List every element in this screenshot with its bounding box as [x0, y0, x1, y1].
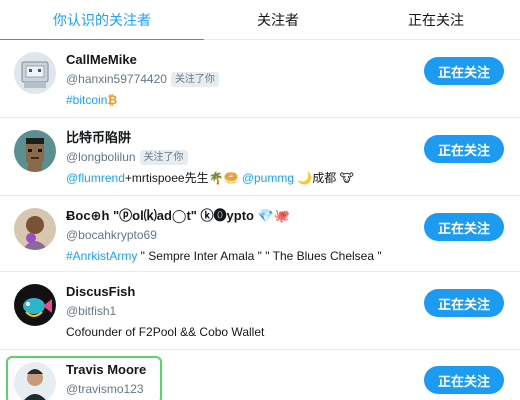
follows-you-badge: 关注了你: [170, 71, 219, 87]
cow-icon: 🐮: [339, 171, 354, 185]
hashtag-link[interactable]: #AnrkistArmy: [66, 249, 137, 263]
mention-link[interactable]: @pummg: [242, 171, 294, 185]
following-button[interactable]: 正在关注: [424, 57, 504, 85]
user-handle[interactable]: @travismo123: [66, 381, 144, 397]
user-name[interactable]: 比特币陷阱: [66, 130, 416, 146]
user-bio: #AnrkistArmy " Sempre Inter Amala " " Th…: [66, 248, 416, 264]
user-bio: #bitcoin₿: [66, 92, 416, 108]
tab-followers[interactable]: 关注者: [204, 0, 352, 40]
pixel-punk-icon: [14, 130, 56, 172]
user-name[interactable]: DiscusFish: [66, 284, 416, 300]
bio-text: " Sempre Inter Amala " " The Blues Chels…: [137, 249, 382, 263]
user-handle[interactable]: @longbolilun: [66, 149, 136, 165]
portrait-icon: [14, 362, 56, 400]
user-name[interactable]: Travis Moore: [66, 362, 416, 378]
following-button[interactable]: 正在关注: [424, 135, 504, 163]
list-item[interactable]: DiscusFish @bitfish1 Cofounder of F2Pool…: [0, 272, 520, 350]
palm-tree-icon: 🌴🥯: [208, 171, 239, 185]
bitcoin-icon: ₿: [107, 93, 118, 107]
user-list: CallMeMike @hanxin59774420 关注了你 #bitcoin…: [0, 40, 520, 400]
portrait-icon: [14, 208, 56, 250]
tab-bar: 你认识的关注者 关注者 正在关注: [0, 0, 520, 41]
hashtag-link[interactable]: #bitcoin: [66, 93, 107, 107]
tab-following[interactable]: 正在关注: [352, 0, 520, 40]
user-bio: @flumrend+mrtispoee先生🌴🥯 @pummg 🌙成都 🐮: [66, 170, 416, 186]
avatar[interactable]: [14, 284, 56, 326]
user-handle[interactable]: @bitfish1: [66, 303, 116, 319]
user-name[interactable]: Ƀoc⊕h "ⓟol⒦ad◯t" ⓚ⓿ypto 💎🐙: [66, 208, 416, 224]
bio-text: +mrtispoee先生: [124, 171, 209, 185]
avatar[interactable]: [14, 130, 56, 172]
robot-face-icon: [14, 52, 56, 94]
avatar[interactable]: [14, 362, 56, 400]
following-button[interactable]: 正在关注: [424, 213, 504, 241]
avatar[interactable]: [14, 208, 56, 250]
fish-icon: [14, 284, 56, 326]
user-handle[interactable]: @hanxin59774420: [66, 71, 167, 87]
list-item[interactable]: Ƀoc⊕h "ⓟol⒦ad◯t" ⓚ⓿ypto 💎🐙 @bocahkrypto6…: [0, 196, 520, 272]
following-button[interactable]: 正在关注: [424, 366, 504, 394]
user-bio: Cofounder of F2Pool && Cobo Wallet: [66, 325, 265, 339]
bio-text: 🌙成都: [294, 171, 340, 185]
tab-followers-you-know[interactable]: 你认识的关注者: [0, 0, 204, 41]
mention-link[interactable]: @flumrend: [66, 171, 125, 185]
avatar[interactable]: [14, 52, 56, 94]
list-item[interactable]: 比特币陷阱 @longbolilun 关注了你 @flumrend+mrtisp…: [0, 118, 520, 196]
list-item[interactable]: Travis Moore @travismo123 正在关注: [0, 350, 520, 400]
list-item[interactable]: CallMeMike @hanxin59774420 关注了你 #bitcoin…: [0, 40, 520, 118]
following-button[interactable]: 正在关注: [424, 289, 504, 317]
user-handle[interactable]: @bocahkrypto69: [66, 227, 157, 243]
follows-you-badge: 关注了你: [139, 149, 188, 165]
user-name[interactable]: CallMeMike: [66, 52, 416, 68]
